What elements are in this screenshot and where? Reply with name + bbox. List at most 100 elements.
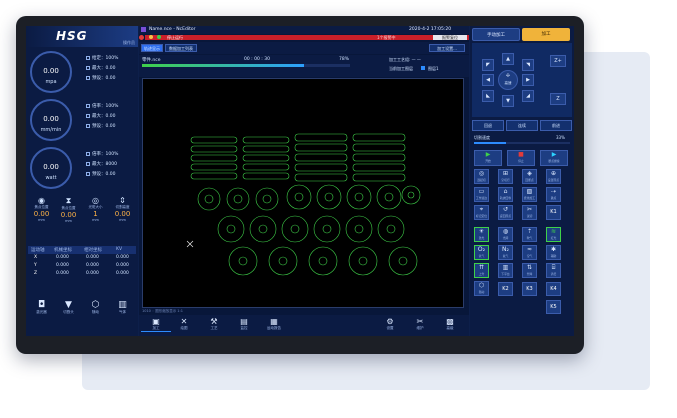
jog-left[interactable]: ◀ [482,74,494,86]
play-icon: ▶ [485,151,491,158]
table-row: X 0.000 0.000 0.000 [34,255,129,260]
func-button[interactable]: O₂ 氧气 [474,245,489,260]
layer-checkbox[interactable] [421,66,425,70]
func-button[interactable]: N₂ 氮气 [498,245,513,260]
func-button[interactable]: ≈ 空气 [522,245,537,260]
process-settings-button[interactable]: 加工设置... [429,44,465,52]
drawing-canvas[interactable] [142,78,464,308]
power-gauge: 0.00 watt [30,147,72,189]
k4-button[interactable]: K4 [546,282,561,296]
grid-button[interactable]: ◎ 选起切 [474,169,489,184]
cutting-head-button[interactable]: ▼ 切割头 [55,300,82,315]
speed-value: 33% [556,135,565,140]
grid-button[interactable]: ⊕ 设置原点 [546,169,561,184]
z-plus-button[interactable]: Z+ [550,55,566,67]
jog-down[interactable]: ▼ [502,95,514,107]
k5-button[interactable]: K5 [546,300,561,314]
gauge-value: 0.00 [43,67,59,75]
func-button[interactable]: ⇅ 升降 [522,263,537,278]
draw-icon: ✕ [180,317,188,326]
jump-icon: ⇢ [550,188,557,195]
height-icon: ⇕ [119,196,126,205]
jog-up-right[interactable]: ◥ [522,59,534,71]
grid-button[interactable]: ⌂ 轨迹回零 [498,187,513,202]
gauge-unit: mpa [45,79,57,85]
func-button[interactable]: ✱ 辅助 [546,245,561,260]
jog-down-right[interactable]: ◢ [522,90,534,102]
k3-button[interactable]: K3 [522,282,537,296]
stat-item: 最大：0.00 [86,113,116,119]
fan-icon: ✢ [505,73,511,79]
tab-path-display[interactable]: 轨迹显示 [141,44,163,52]
jog-speed-button[interactable]: ✢ 高速 [498,70,518,90]
nav-machining[interactable]: ▣ 加工 [141,317,171,332]
machine-state: 停止运行 [167,35,183,40]
nav-settings[interactable]: ⚙ 设置 [375,317,405,331]
gauge-value: 0.00 [43,163,59,171]
stop-button[interactable]: ■ 停止 [507,150,535,166]
func-button[interactable]: ◍ 光闸 [498,227,513,242]
program-name: 零件.nce [142,58,161,63]
nav-maintenance[interactable]: ✂ 维护 [405,317,435,331]
grid-button[interactable]: ◈ 回断点 [522,169,537,184]
gas-button[interactable]: ▥ 气体 [109,300,136,315]
func-button[interactable]: ▥ 下平台 [498,263,513,278]
table-row: Y 0.000 0.000 0.000 [34,263,129,268]
cutting-head-icon: ▼ [65,300,72,310]
nav-monitor[interactable]: ▤ 监控 [229,317,259,331]
home-icon: ⌂ [503,188,508,195]
tab-data-list[interactable]: 数据加工列表 [165,44,197,52]
advanced-icon: ▩ [446,317,454,326]
start-button[interactable]: ▶ 开始 [474,150,502,166]
func-button[interactable]: ⇈ 上升 [474,263,489,278]
clean-icon: ⌸ [551,264,556,271]
blow-icon: ⇡ [526,228,533,235]
jog-up[interactable]: ▲ [502,53,514,65]
spot-icon: ◎ [92,196,99,205]
ready-light [157,35,161,39]
focus-icon: ◉ [38,196,45,205]
grid-button[interactable]: ⊞ 空切行 [498,169,513,184]
func-button[interactable]: ≋ 红光 [546,227,561,242]
jog-up-left[interactable]: ◤ [482,59,494,71]
stat-item: 倍率：100% [86,103,118,109]
tab-manual[interactable]: 手动加工 [472,28,520,41]
grid-button[interactable]: ▧ 绕线加工 [522,187,537,202]
forward-button[interactable]: 前进 [540,120,572,131]
grid-button[interactable]: ⌖ 标记定位 [474,205,489,220]
datetime: 2020-4-2 17:05:20 [409,27,452,32]
metric-cut-height: ⇕ 切割高度 0.00 mm [109,196,136,222]
func-button[interactable]: ⬡ 随动 [474,281,489,296]
nav-report[interactable]: ▦ 运动报告 [259,317,289,331]
alarm-reset-button[interactable]: 报警复位 [433,35,467,40]
marker-icon: ⌖ [479,206,484,213]
z-minus-button[interactable]: Z [550,93,566,105]
gear-icon: ⚙ [386,317,394,326]
follow-icon: ⬡ [478,282,485,289]
nav-advanced[interactable]: ▩ 高级 [435,317,465,331]
laser-button[interactable]: ◘ 激光器 [28,300,55,315]
resume-button[interactable]: ▶ 断点继续 [540,150,568,166]
follow-button[interactable]: ⬡ 随动 [82,300,109,315]
raise-icon: ⇈ [478,264,485,271]
stat-item: 最大：8000 [86,161,117,167]
func-button[interactable]: ☀ 激光 [474,227,489,242]
grid-button[interactable]: ⇢ 跳点 [546,187,561,202]
k1-button[interactable]: K1 [546,205,561,220]
jog-down-left[interactable]: ◣ [482,90,494,102]
tab-machining[interactable]: 加工 [522,28,570,41]
grid-button[interactable]: ▭ 工作巡边 [474,187,489,202]
nav-draw[interactable]: ✕ 绘图 [169,317,199,331]
nav-process[interactable]: ⚒ 工艺 [199,317,229,331]
k2-button[interactable]: K2 [498,282,513,296]
grid-button[interactable]: ↺ 返回原点 [498,205,513,220]
edge-icon: ▭ [478,188,485,195]
back-button[interactable]: 回退 [472,120,504,131]
grid-button[interactable]: ✂ 试切 [522,205,537,220]
jog-right[interactable]: ▶ [522,74,534,86]
func-button[interactable]: ⇡ 吹气 [522,227,537,242]
continuous-button[interactable]: 连续 [506,120,538,131]
func-button[interactable]: ⌸ 清扫 [546,263,561,278]
speed-slider[interactable] [474,142,570,144]
wire-icon: ▧ [526,188,533,195]
